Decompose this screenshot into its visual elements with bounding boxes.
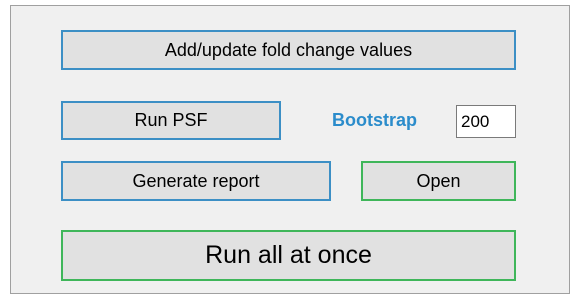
run-psf-button[interactable]: Run PSF: [61, 101, 281, 140]
run-all-button[interactable]: Run all at once: [61, 230, 516, 281]
bootstrap-input[interactable]: [456, 105, 516, 138]
add-update-fold-change-button[interactable]: Add/update fold change values: [61, 30, 516, 70]
open-report-button[interactable]: Open: [361, 161, 516, 201]
bootstrap-label: Bootstrap: [332, 110, 417, 130]
control-panel: Add/update fold change values Run PSF Bo…: [10, 5, 570, 294]
generate-report-button[interactable]: Generate report: [61, 161, 331, 201]
